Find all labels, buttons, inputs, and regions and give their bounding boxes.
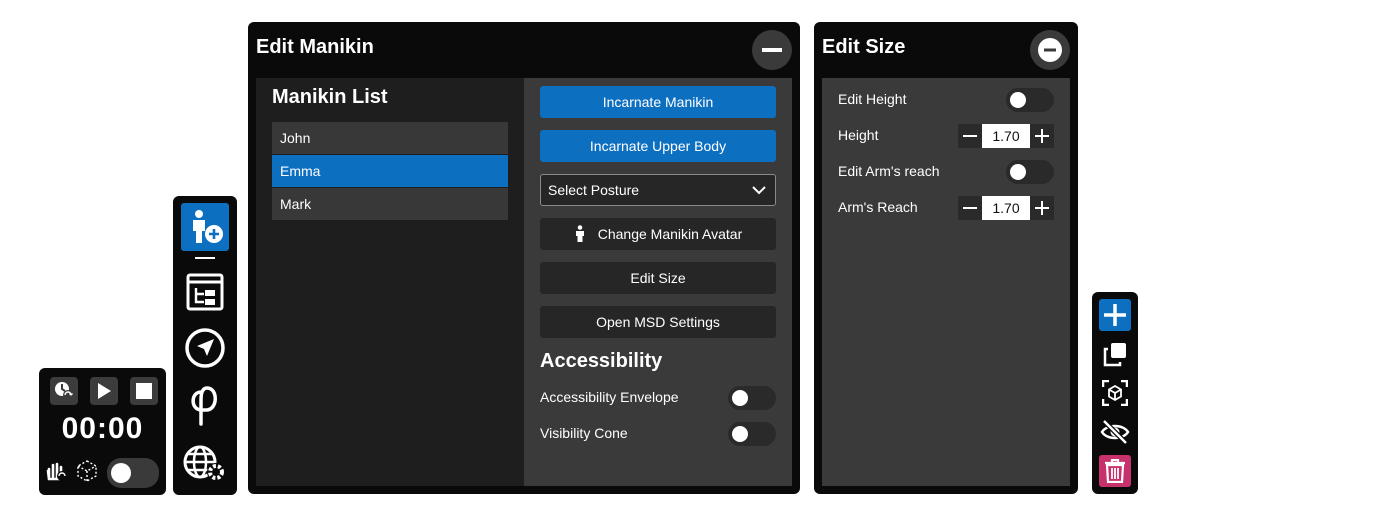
edit-size-button[interactable]: Edit Size — [540, 262, 776, 294]
manikin-list-panel: Manikin List John Emma Mark — [256, 78, 524, 486]
arm-reach-label: Arm's Reach — [838, 199, 918, 215]
arm-reach-decrement-button[interactable] — [958, 196, 982, 220]
minus-icon — [963, 135, 977, 137]
minus-icon — [963, 207, 977, 209]
accessibility-title: Accessibility — [540, 350, 663, 372]
tool-structure[interactable] — [181, 268, 229, 316]
edit-height-label: Edit Height — [838, 91, 907, 107]
playback-panel: 00:00 — [39, 368, 166, 495]
timer-toggle[interactable] — [107, 458, 159, 488]
change-avatar-label: Change Manikin Avatar — [597, 226, 743, 242]
active-indicator — [195, 257, 215, 259]
main-toolbar — [173, 196, 237, 495]
delete-button[interactable] — [1099, 455, 1131, 487]
collapse-button[interactable] — [752, 30, 792, 70]
incarnate-upper-body-button[interactable]: Incarnate Upper Body — [540, 130, 776, 162]
tool-phi[interactable] — [181, 380, 229, 428]
duplicate-icon — [1103, 343, 1126, 367]
toggle-knob — [1010, 164, 1026, 180]
dotted-cube-icon — [77, 460, 97, 482]
record-clock-button[interactable] — [50, 377, 78, 405]
hand-sync-button[interactable] — [45, 459, 69, 483]
tool-navigation[interactable] — [181, 324, 229, 372]
phi-icon — [191, 386, 217, 426]
edit-size-window: Edit Size Edit Height Height 1.70 Edit A… — [814, 22, 1078, 494]
toggle-knob — [111, 463, 131, 483]
posture-select-value: Select Posture — [548, 182, 640, 198]
list-item-mark[interactable]: Mark — [272, 188, 508, 220]
focus-button[interactable] — [1099, 377, 1131, 409]
manikin-actions-panel: Incarnate Manikin Incarnate Upper Body S… — [524, 78, 792, 486]
hand-sync-icon — [46, 462, 67, 481]
edit-arm-reach-label: Edit Arm's reach — [838, 163, 940, 179]
list-item-john[interactable]: John — [272, 122, 508, 154]
focus-icon — [1102, 380, 1128, 406]
structure-tree-icon — [186, 273, 224, 311]
accessibility-envelope-label: Accessibility Envelope — [540, 389, 679, 405]
chevron-down-icon — [752, 186, 766, 195]
trash-icon — [1105, 459, 1125, 483]
list-item-emma[interactable]: Emma — [272, 155, 508, 187]
edit-arm-reach-toggle[interactable] — [1006, 160, 1054, 184]
height-decrement-button[interactable] — [958, 124, 982, 148]
accessibility-envelope-toggle[interactable] — [728, 386, 776, 410]
person-icon — [575, 225, 584, 242]
hide-icon — [1100, 419, 1130, 445]
incarnate-manikin-button[interactable]: Incarnate Manikin — [540, 86, 776, 118]
minus-circle-icon — [1038, 38, 1062, 62]
clock-sync-icon — [55, 382, 73, 400]
add-manikin-icon — [193, 210, 223, 243]
window-title: Edit Size — [822, 36, 906, 58]
navigation-icon — [185, 328, 225, 368]
plus-icon — [1035, 129, 1049, 143]
visibility-cone-label: Visibility Cone — [540, 425, 628, 441]
posture-select[interactable]: Select Posture — [540, 174, 776, 206]
arm-reach-increment-button[interactable] — [1030, 196, 1054, 220]
stop-button[interactable] — [130, 377, 158, 405]
window-title: Edit Manikin — [256, 36, 374, 58]
open-msd-settings-button[interactable]: Open MSD Settings — [540, 306, 776, 338]
arm-reach-value[interactable]: 1.70 — [982, 196, 1030, 220]
height-stepper: 1.70 — [958, 124, 1054, 148]
duplicate-button[interactable] — [1099, 338, 1131, 370]
timer-display: 00:00 — [61, 412, 144, 445]
globe-settings-icon — [183, 445, 225, 481]
play-icon — [98, 383, 111, 399]
edit-size-panel: Edit Height Height 1.70 Edit Arm's reach… — [822, 78, 1070, 486]
arm-reach-stepper: 1.70 — [958, 196, 1054, 220]
add-button[interactable] — [1099, 299, 1131, 331]
hide-button[interactable] — [1099, 416, 1131, 448]
manikin-list-title: Manikin List — [272, 86, 388, 108]
object-toolbar — [1092, 292, 1138, 494]
tool-add-manikin[interactable] — [181, 203, 229, 251]
toggle-knob — [732, 426, 748, 442]
height-label: Height — [838, 127, 879, 143]
add-icon — [1104, 304, 1126, 326]
minus-icon — [762, 48, 782, 52]
collapse-button[interactable] — [1030, 30, 1070, 70]
height-value[interactable]: 1.70 — [982, 124, 1030, 148]
change-avatar-button[interactable]: Change Manikin Avatar — [540, 218, 776, 250]
edit-manikin-window: Edit Manikin Manikin List John Emma Mark… — [248, 22, 800, 494]
stop-icon — [136, 383, 152, 399]
box-select-button[interactable] — [75, 459, 99, 483]
height-increment-button[interactable] — [1030, 124, 1054, 148]
toggle-knob — [1010, 92, 1026, 108]
visibility-cone-toggle[interactable] — [728, 422, 776, 446]
toggle-knob — [732, 390, 748, 406]
play-button[interactable] — [90, 377, 118, 405]
plus-icon — [1035, 201, 1049, 215]
edit-height-toggle[interactable] — [1006, 88, 1054, 112]
tool-world-settings[interactable] — [181, 440, 229, 488]
